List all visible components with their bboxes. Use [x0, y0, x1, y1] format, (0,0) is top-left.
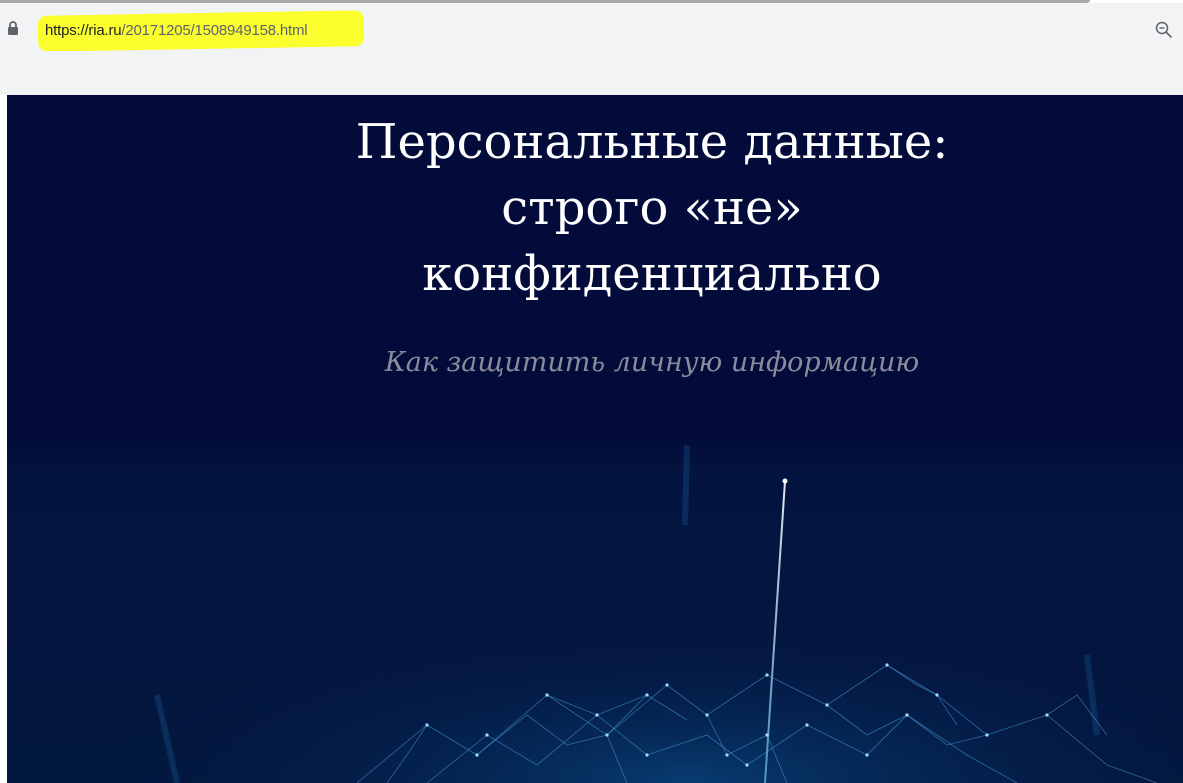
article-title-line: Персональные данные:: [355, 114, 949, 170]
article-title-line: строго «не»: [501, 180, 803, 236]
article-title-line: конфиденциально: [422, 246, 882, 302]
lock-icon[interactable]: [6, 20, 20, 36]
article-title: Персональные данные: строго «не» конфиде…: [7, 109, 1183, 307]
address-bar[interactable]: https://ria.ru/20171205/1508949158.html: [0, 3, 1183, 52]
article-hero: Персональные данные: строго «не» конфиде…: [7, 95, 1183, 783]
url-host: https://ria.ru: [45, 22, 122, 39]
url-text[interactable]: https://ria.ru/20171205/1508949158.html: [45, 21, 308, 41]
url-path: /20171205/1508949158.html: [121, 22, 308, 39]
article-subtitle: Как защитить личную информацию: [384, 347, 920, 378]
toolbar-spacer: [0, 51, 1183, 95]
zoom-icon[interactable]: [1154, 20, 1174, 40]
